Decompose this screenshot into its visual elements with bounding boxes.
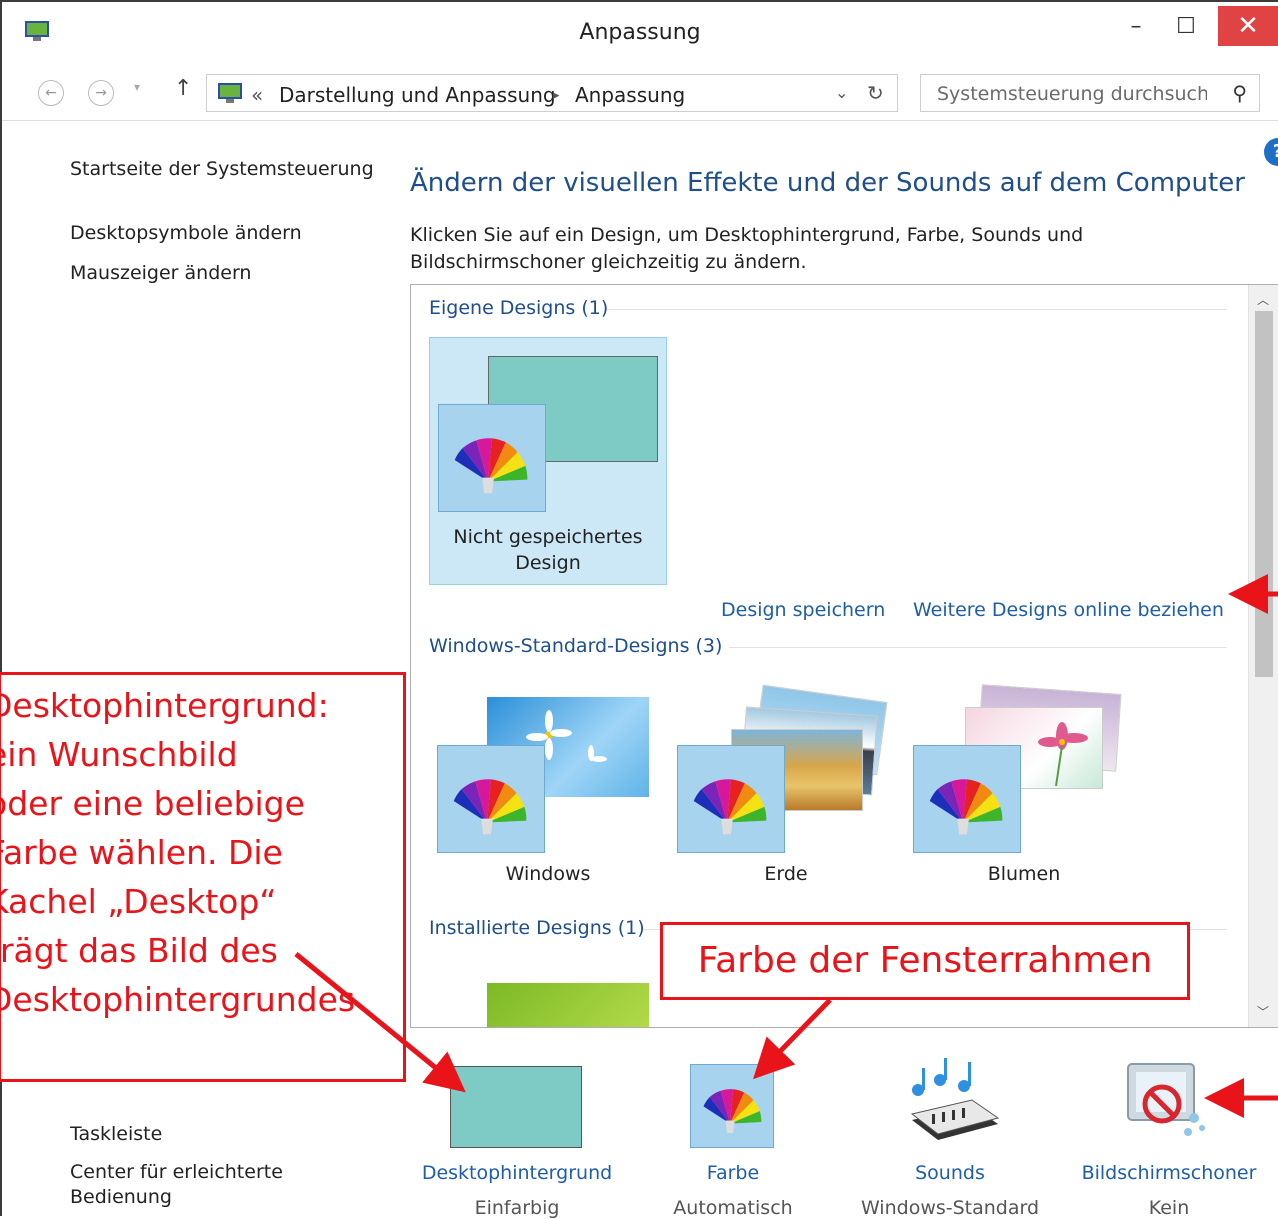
nav-link-ease-of-access-line2[interactable]: Bedienung <box>70 1186 172 1208</box>
nav-link-mouse-pointer[interactable]: Mauszeiger ändern <box>70 262 251 284</box>
group-title-windows-themes: Windows-Standard-Designs (3) <box>429 635 723 657</box>
color-fan-icon <box>677 745 785 853</box>
setting-label[interactable]: Farbe <box>642 1162 824 1184</box>
arrow-up-icon: ↑ <box>174 76 193 101</box>
breadcrumb-separator[interactable]: ▸ <box>553 88 560 103</box>
address-bar[interactable]: « Darstellung und Anpassung ▸ Anpassung … <box>206 74 898 112</box>
annotation-line: ein Wunschbild <box>0 735 238 774</box>
scrollbar-thumb[interactable] <box>1255 311 1273 677</box>
annotation-line: Kachel „Desktop“ <box>0 882 277 921</box>
theme-background-preview <box>487 983 649 1027</box>
save-theme-link[interactable]: Design speichern <box>721 599 885 621</box>
setting-label[interactable]: Bildschirmschoner <box>1074 1162 1264 1184</box>
divider <box>2 120 1278 121</box>
scroll-up-icon[interactable]: ︿ <box>1257 291 1269 308</box>
search-box[interactable]: ⚲ <box>920 74 1260 112</box>
annotation-line: Desktophintergrund: <box>0 686 329 725</box>
annotation-window-color: Farbe der Fensterrahmen <box>660 922 1190 1000</box>
search-icon[interactable]: ⚲ <box>1232 81 1247 105</box>
nav-link-desktop-icons[interactable]: Desktopsymbole ändern <box>70 222 302 244</box>
back-button[interactable]: ← <box>38 80 64 106</box>
themes-scrollbar[interactable]: ︿ ﹀ <box>1248 285 1278 1027</box>
theme-tile-unsaved[interactable]: Nicht gespeichertes Design <box>429 337 667 585</box>
color-fan-icon <box>437 745 545 853</box>
forward-button[interactable]: → <box>88 80 114 106</box>
desktop-background-setting[interactable]: Desktophintergrund Einfarbig <box>412 1042 622 1219</box>
group-divider <box>607 309 1227 310</box>
color-setting[interactable]: Farbe Automatisch <box>642 1042 824 1219</box>
navigation-bar: ← → ▾ ↑ « Darstellung und Anpassung ▸ An… <box>2 66 1278 120</box>
theme-label: Blumen <box>987 863 1061 885</box>
search-input[interactable] <box>935 82 1209 106</box>
recent-locations-dropdown[interactable]: ▾ <box>134 80 140 94</box>
setting-label[interactable]: Desktophintergrund <box>412 1162 622 1184</box>
control-panel-icon <box>218 83 242 103</box>
group-title-installed-themes: Installierte Designs (1) <box>429 917 645 939</box>
close-button[interactable]: ✕ <box>1218 6 1278 46</box>
minimize-button[interactable]: – <box>1114 6 1158 46</box>
annotation-line: trägt das Bild des <box>0 931 278 970</box>
scroll-down-icon[interactable]: ﹀ <box>1257 1003 1269 1020</box>
theme-tile-earth[interactable]: Erde <box>667 681 905 929</box>
more-themes-online-link[interactable]: Weitere Designs online beziehen <box>913 599 1224 621</box>
color-fan-icon <box>913 745 1021 853</box>
themes-list[interactable]: Eigene Designs (1) Nicht gespeichertes D… <box>410 284 1278 1028</box>
theme-tile-windows[interactable]: Windows <box>429 681 667 929</box>
maximize-button[interactable]: ☐ <box>1164 6 1208 46</box>
breadcrumb-item[interactable]: Anpassung <box>575 83 685 107</box>
breadcrumb-overflow[interactable]: « <box>251 83 263 107</box>
address-history-dropdown[interactable]: ⌄ <box>835 83 848 102</box>
window-title: Anpassung <box>579 20 701 45</box>
title-bar: Anpassung – ☐ ✕ <box>2 2 1278 66</box>
screensaver-setting[interactable]: Bildschirmschoner Kein <box>1074 1042 1264 1219</box>
page-title: Ändern der visuellen Effekte und der Sou… <box>410 168 1245 198</box>
chevron-down-icon: ▾ <box>134 80 141 94</box>
group-title-my-themes: Eigene Designs (1) <box>429 297 609 319</box>
nav-link-control-panel-home[interactable]: Startseite der Systemsteuerung <box>70 158 374 180</box>
annotation-line: Farbe wählen. Die <box>0 833 283 872</box>
annotation-line: oder eine beliebige <box>0 784 305 823</box>
sounds-icon <box>910 1058 1000 1140</box>
setting-label[interactable]: Sounds <box>852 1162 1048 1184</box>
theme-label-line2: Design <box>515 552 581 574</box>
annotation-line: Desktophintergrundes <box>0 980 356 1019</box>
breadcrumb-item[interactable]: Darstellung und Anpassung <box>279 83 556 107</box>
theme-tile-installed[interactable] <box>429 961 667 1027</box>
help-icon[interactable]: ? <box>1264 138 1278 166</box>
arrow-right-icon: → <box>95 85 107 101</box>
page-description: Klicken Sie auf ein Design, um Desktophi… <box>410 224 1084 273</box>
group-divider <box>729 647 1227 648</box>
arrow-left-icon: ← <box>45 85 57 101</box>
theme-label: Windows <box>505 863 591 885</box>
theme-label: Nicht gespeichertes <box>453 526 643 548</box>
theme-label: Erde <box>764 863 808 885</box>
desktop-background-preview <box>450 1066 582 1148</box>
nav-link-taskbar[interactable]: Taskleiste <box>70 1123 162 1145</box>
color-fan-icon <box>690 1064 774 1148</box>
refresh-icon[interactable]: ↻ <box>867 81 884 105</box>
annotation-desktop-background: Desktophintergrund: ein Wunschbild oder … <box>0 672 406 1082</box>
nav-link-ease-of-access[interactable]: Center für erleichterte <box>70 1161 283 1183</box>
screensaver-icon <box>1127 1063 1205 1136</box>
sounds-setting[interactable]: Sounds Windows-Standard <box>852 1042 1048 1219</box>
color-fan-icon <box>438 404 546 512</box>
up-button[interactable]: ↑ <box>174 76 192 101</box>
theme-tile-flowers[interactable]: Blumen <box>905 681 1143 929</box>
